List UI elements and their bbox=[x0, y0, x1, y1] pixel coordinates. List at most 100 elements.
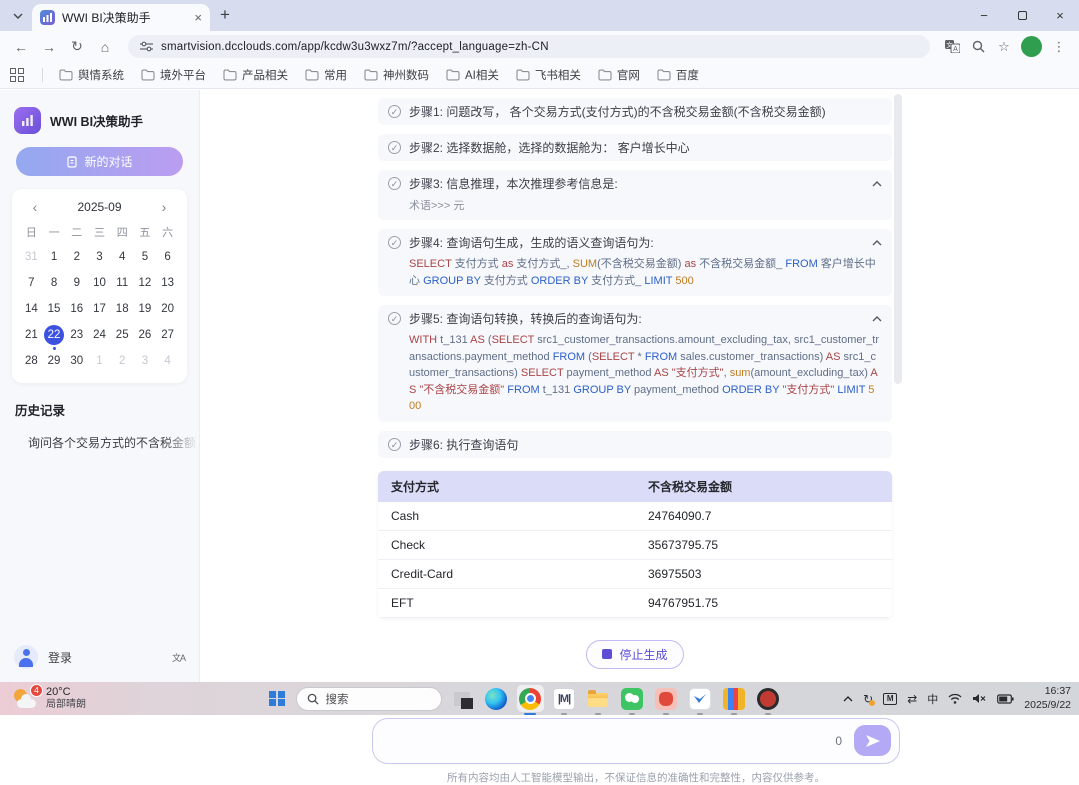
calendar-day[interactable]: 16 bbox=[65, 299, 88, 319]
taskbar-icon-recorder-app[interactable] bbox=[755, 685, 782, 712]
calendar-day[interactable]: 8 bbox=[43, 273, 66, 293]
taskbar-icon-chrome[interactable] bbox=[517, 685, 544, 712]
bookmark-item[interactable]: 产品相关 bbox=[223, 67, 288, 83]
tray-markdown-icon[interactable]: M bbox=[883, 693, 897, 705]
window-close-button[interactable]: × bbox=[1041, 0, 1079, 31]
tab-search-button[interactable] bbox=[8, 6, 28, 26]
new-tab-button[interactable]: + bbox=[220, 5, 230, 25]
bookmark-item[interactable]: AI相关 bbox=[446, 67, 499, 83]
calendar-day[interactable]: 11 bbox=[111, 273, 134, 293]
stop-generation-button[interactable]: 停止生成 bbox=[586, 640, 683, 669]
window-minimize-button[interactable]: − bbox=[965, 0, 1003, 31]
calendar-day[interactable]: 4 bbox=[111, 247, 134, 267]
step-header[interactable]: ✓步骤4: 查询语句生成，生成的语义查询语句为: bbox=[388, 234, 882, 251]
bookmark-item[interactable]: 境外平台 bbox=[141, 67, 206, 83]
calendar-day[interactable]: 3 bbox=[88, 247, 111, 267]
search-icon[interactable] bbox=[966, 35, 990, 59]
calendar-day[interactable]: 23 bbox=[65, 325, 88, 345]
calendar-day[interactable]: 4 bbox=[156, 351, 179, 371]
calendar-day[interactable]: 2 bbox=[65, 247, 88, 267]
scrollbar-thumb[interactable] bbox=[894, 94, 902, 384]
calendar-day[interactable]: 25 bbox=[111, 325, 134, 345]
profile-avatar[interactable] bbox=[1021, 36, 1042, 57]
collapse-chevron-icon[interactable] bbox=[872, 316, 882, 322]
tray-network-activity-icon[interactable]: ⇄ bbox=[907, 692, 917, 706]
calendar-day[interactable]: 6 bbox=[156, 247, 179, 267]
calendar-next-icon[interactable]: › bbox=[157, 199, 171, 215]
taskbar-icon-cat-app[interactable] bbox=[653, 685, 680, 712]
browser-menu-icon[interactable]: ⋮ bbox=[1047, 35, 1071, 59]
volume-muted-icon[interactable] bbox=[972, 693, 987, 704]
calendar-day[interactable]: 1 bbox=[88, 351, 111, 371]
calendar-day[interactable]: 17 bbox=[88, 299, 111, 319]
calendar-day[interactable]: 22 bbox=[44, 325, 64, 345]
calendar-day[interactable]: 30 bbox=[65, 351, 88, 371]
calendar-day[interactable]: 3 bbox=[134, 351, 157, 371]
history-item[interactable]: 询问各个交易方式的不含税金额 bbox=[0, 430, 199, 455]
start-button[interactable] bbox=[265, 687, 289, 711]
bookmark-star-icon[interactable]: ☆ bbox=[992, 35, 1016, 59]
refresh-button[interactable]: ↻ bbox=[64, 34, 90, 60]
taskbar-icon-edge[interactable] bbox=[483, 685, 510, 712]
apps-grid-icon[interactable] bbox=[10, 68, 24, 82]
taskbar-icon-markdown-app[interactable]: |M| bbox=[551, 685, 578, 712]
collapse-chevron-icon[interactable] bbox=[872, 181, 882, 187]
taskbar-search[interactable]: 搜索 bbox=[296, 687, 442, 711]
bookmark-item[interactable]: 舆情系统 bbox=[59, 67, 124, 83]
bookmark-item[interactable]: 官网 bbox=[598, 67, 640, 83]
forward-button[interactable]: → bbox=[36, 34, 62, 60]
calendar-day[interactable]: 14 bbox=[20, 299, 43, 319]
tray-sync-icon[interactable]: ↻ bbox=[863, 692, 873, 706]
calendar-day[interactable]: 2 bbox=[111, 351, 134, 371]
bookmark-item[interactable]: 常用 bbox=[305, 67, 347, 83]
taskbar-weather-widget[interactable]: 4 20°C 局部晴朗 bbox=[6, 682, 92, 715]
battery-icon[interactable] bbox=[997, 694, 1014, 704]
home-button[interactable]: ⌂ bbox=[92, 34, 118, 60]
chat-input[interactable] bbox=[387, 724, 829, 758]
collapse-chevron-icon[interactable] bbox=[872, 240, 882, 246]
bookmark-item[interactable]: 百度 bbox=[657, 67, 699, 83]
calendar-day[interactable]: 13 bbox=[156, 273, 179, 293]
browser-tab[interactable]: WWI BI决策助手 × bbox=[32, 4, 210, 31]
send-button[interactable] bbox=[854, 725, 891, 756]
calendar-day[interactable]: 1 bbox=[43, 247, 66, 267]
calendar-day[interactable]: 10 bbox=[88, 273, 111, 293]
calendar-day[interactable]: 26 bbox=[134, 325, 157, 345]
calendar-day[interactable]: 15 bbox=[43, 299, 66, 319]
calendar-day[interactable]: 29 bbox=[43, 351, 66, 371]
user-avatar-icon[interactable] bbox=[14, 645, 38, 669]
calendar-day[interactable]: 12 bbox=[134, 273, 157, 293]
taskbar-icon-green-app[interactable] bbox=[619, 685, 646, 712]
tray-expand-icon[interactable] bbox=[843, 696, 853, 702]
calendar-day[interactable]: 28 bbox=[20, 351, 43, 371]
calendar-day[interactable]: 7 bbox=[20, 273, 43, 293]
calendar-day[interactable]: 21 bbox=[20, 325, 43, 345]
bookmark-item[interactable]: 飞书相关 bbox=[516, 67, 581, 83]
login-button[interactable]: 登录 bbox=[48, 649, 72, 666]
translate-icon[interactable]: 文A bbox=[940, 35, 964, 59]
calendar-day[interactable]: 20 bbox=[156, 299, 179, 319]
calendar-day[interactable]: 5 bbox=[134, 247, 157, 267]
calendar-day[interactable]: 27 bbox=[156, 325, 179, 345]
taskbar-icon-desktop-app[interactable] bbox=[449, 685, 476, 712]
window-maximize-button[interactable] bbox=[1003, 0, 1041, 31]
taskbar-icon-file-explorer[interactable] bbox=[585, 685, 612, 712]
taskbar-icon-blue-app[interactable] bbox=[687, 685, 714, 712]
taskbar-icon-archive-app[interactable] bbox=[721, 685, 748, 712]
calendar-day[interactable]: 9 bbox=[65, 273, 88, 293]
address-bar[interactable]: smartvision.dcclouds.com/app/kcdw3u3wxz7… bbox=[128, 35, 930, 58]
calendar-prev-icon[interactable]: ‹ bbox=[28, 199, 42, 215]
bookmark-item[interactable]: 神州数码 bbox=[364, 67, 429, 83]
language-switch-icon[interactable]: 文A bbox=[172, 651, 185, 664]
calendar-day[interactable]: 24 bbox=[88, 325, 111, 345]
calendar-day[interactable]: 31 bbox=[20, 247, 43, 267]
step-header[interactable]: ✓步骤5: 查询语句转换，转换后的查询语句为: bbox=[388, 310, 882, 327]
ime-indicator[interactable]: 中 bbox=[927, 691, 938, 707]
back-button[interactable]: ← bbox=[8, 34, 34, 60]
step-header[interactable]: ✓步骤3: 信息推理，本次推理参考信息是: bbox=[388, 175, 882, 192]
tab-close-icon[interactable]: × bbox=[194, 10, 202, 25]
calendar-day[interactable]: 19 bbox=[134, 299, 157, 319]
wifi-icon[interactable] bbox=[948, 693, 962, 704]
calendar-day[interactable]: 18 bbox=[111, 299, 134, 319]
taskbar-clock[interactable]: 16:37 2025/9/22 bbox=[1024, 685, 1071, 712]
